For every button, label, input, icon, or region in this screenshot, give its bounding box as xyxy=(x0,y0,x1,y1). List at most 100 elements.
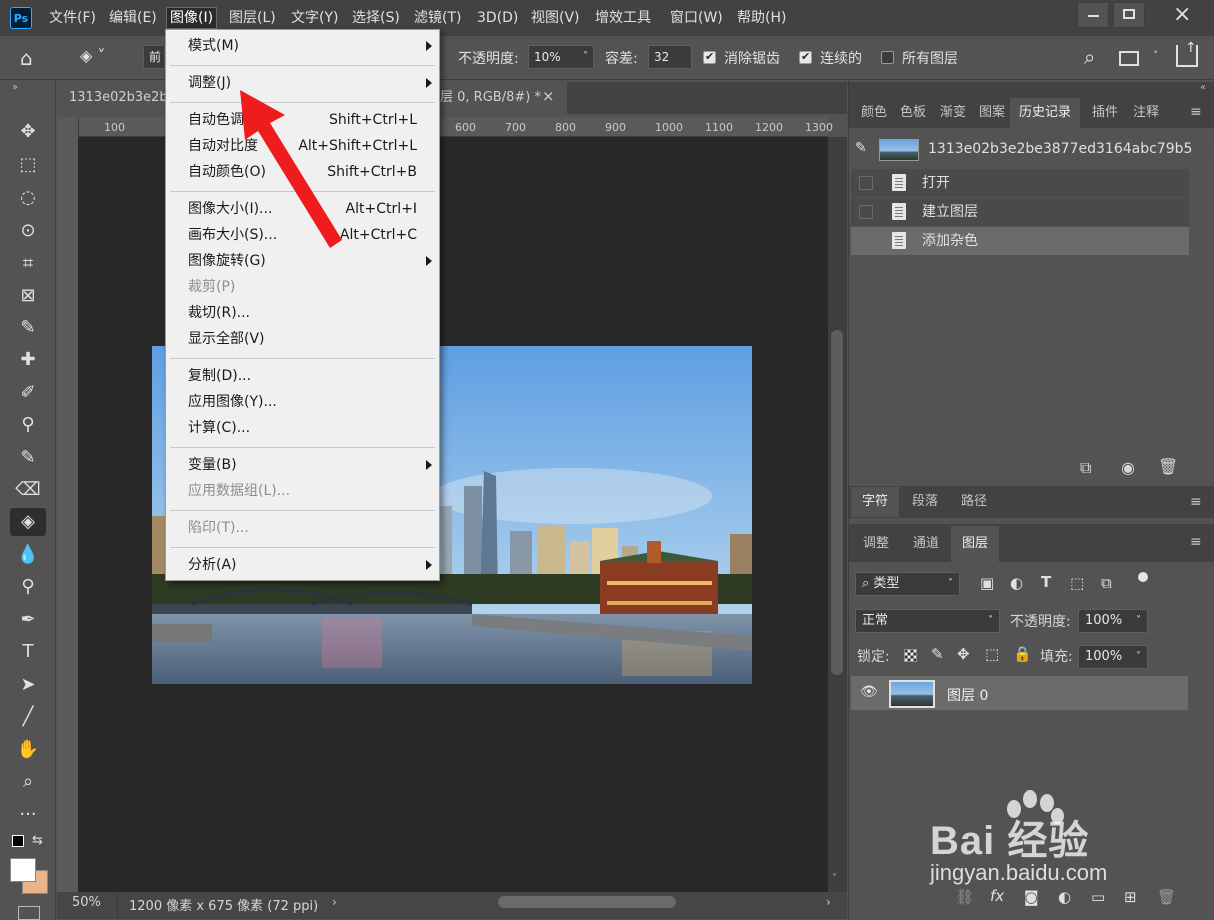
layers-tab-2[interactable]: 通道 xyxy=(901,526,951,562)
panel-menu-icon[interactable]: ≡ xyxy=(1190,494,1202,510)
visibility-eye-icon[interactable]: 👁 xyxy=(860,684,878,700)
pixel-filter-icon[interactable]: ▣ xyxy=(980,574,994,592)
smart-object-filter-icon[interactable]: ⧉ xyxy=(1101,574,1112,592)
trash-icon[interactable]: 🗑 xyxy=(1157,888,1176,906)
menu-5[interactable]: 文字(Y) xyxy=(288,8,341,28)
collapse-icon[interactable]: » xyxy=(12,82,18,93)
link-layers-icon[interactable]: ⛓ xyxy=(955,888,974,906)
paint-bucket-preset-icon[interactable]: ◈ ˅ xyxy=(80,46,126,70)
layer-opacity-field[interactable]: 100% ˅ xyxy=(1078,609,1148,633)
menu-11[interactable]: 窗口(W) xyxy=(667,8,726,28)
trash-icon[interactable]: 🗑 xyxy=(1158,457,1178,476)
image-menu-item[interactable]: 变量(B) xyxy=(166,453,439,477)
antialias-checkbox[interactable] xyxy=(703,50,716,64)
marquee-tool-icon[interactable]: ⬚ xyxy=(10,151,46,179)
scroll-down-icon[interactable]: ˅ xyxy=(832,873,837,884)
stamp-tool-icon[interactable]: ⚲ xyxy=(10,411,46,439)
blur-tool-icon[interactable]: 💧 xyxy=(10,541,46,569)
quick-select-tool-icon[interactable]: ⊙ xyxy=(10,217,46,245)
chevron-down-icon[interactable]: ˅ xyxy=(1153,49,1159,62)
history-source-checkbox[interactable] xyxy=(859,234,873,248)
layers-tab-3[interactable]: 图层 xyxy=(951,526,999,562)
all-layers-checkbox[interactable] xyxy=(881,51,894,64)
zoom-level[interactable]: 50% xyxy=(72,895,101,910)
layer-thumbnail[interactable] xyxy=(889,680,935,708)
eraser-tool-icon[interactable]: ⌫ xyxy=(10,476,46,504)
history-state-row[interactable]: 建立图层 xyxy=(851,198,1189,226)
image-menu-item[interactable]: 应用图像(Y)... xyxy=(166,390,439,414)
lock-all-icon[interactable]: 🔒 xyxy=(1013,645,1032,663)
image-menu-item[interactable]: 显示全部(V) xyxy=(166,327,439,351)
history-tab-6[interactable]: 插件 xyxy=(1083,98,1127,128)
frame-tool-icon[interactable]: ⊠ xyxy=(10,282,46,310)
status-arrow-icon[interactable]: › xyxy=(332,895,337,909)
add-mask-icon[interactable]: ◙ xyxy=(1024,888,1039,906)
fill-source-select[interactable]: 前 xyxy=(143,45,165,69)
more-tools-icon[interactable]: ··· xyxy=(10,801,46,829)
close-tab-icon[interactable]: × xyxy=(542,87,555,105)
horizontal-scrollbar-thumb[interactable] xyxy=(498,896,676,908)
lock-paint-icon[interactable]: ✎ xyxy=(931,645,944,663)
new-document-from-state-icon[interactable]: ⧉ xyxy=(1080,458,1091,478)
crop-tool-icon[interactable]: ⌗ xyxy=(10,250,46,278)
minimize-button[interactable] xyxy=(1077,2,1109,28)
layers-tab-1[interactable]: 调整 xyxy=(851,526,901,562)
foreground-color-swatch[interactable] xyxy=(10,858,36,882)
history-brush-icon[interactable]: ✎ xyxy=(855,140,867,156)
layer-name[interactable]: 图层 0 xyxy=(947,685,988,705)
image-menu-item[interactable]: 复制(D)... xyxy=(166,364,439,388)
dodge-tool-icon[interactable]: ⚲ xyxy=(10,573,46,601)
shape-filter-icon[interactable]: ⬚ xyxy=(1070,574,1084,592)
history-brush-icon[interactable]: ✎ xyxy=(10,444,46,472)
menu-8[interactable]: 3D(D) xyxy=(474,8,521,28)
history-tab-4[interactable]: 图案 xyxy=(974,98,1010,128)
paint-bucket-tool-icon[interactable]: ◈ xyxy=(10,508,46,536)
history-tab-2[interactable]: 色板 xyxy=(896,98,930,128)
snapshot-name[interactable]: 1313e02b3e2be3877ed3164abc79b55... xyxy=(928,141,1214,157)
share-icon[interactable]: ↑ xyxy=(1176,41,1198,67)
move-tool-icon[interactable]: ✥ xyxy=(10,118,46,146)
opacity-field[interactable]: 10% ˅ xyxy=(528,45,594,69)
image-menu-item[interactable]: 裁切(R)... xyxy=(166,301,439,325)
close-button[interactable]: × xyxy=(1149,2,1209,28)
filter-toggle-icon[interactable] xyxy=(1138,572,1148,582)
menu-10[interactable]: 增效工具 xyxy=(592,8,654,28)
history-source-checkbox[interactable] xyxy=(859,176,873,190)
image-menu-item[interactable]: 计算(C)... xyxy=(166,416,439,440)
lasso-tool-icon[interactable]: ◌ xyxy=(10,184,46,212)
menu-3[interactable]: 图像(I) xyxy=(166,7,218,29)
history-tab-1[interactable]: 颜色 xyxy=(852,98,896,128)
image-menu-item[interactable]: 模式(M) xyxy=(166,34,439,58)
menu-12[interactable]: 帮助(H) xyxy=(734,8,789,28)
contiguous-checkbox[interactable] xyxy=(799,50,812,64)
type-filter-icon[interactable]: T xyxy=(1041,573,1051,591)
home-icon[interactable]: ⌂ xyxy=(20,46,60,72)
history-tab-5[interactable]: 历史记录 xyxy=(1010,98,1080,128)
char-tab-3[interactable]: 路径 xyxy=(951,487,997,517)
lock-position-icon[interactable]: ✥ xyxy=(957,645,970,663)
lock-transparency-icon[interactable] xyxy=(904,649,917,662)
layer-filter-select[interactable]: ⌕ 类型 ˅ xyxy=(855,572,960,596)
maximize-button[interactable] xyxy=(1113,2,1145,28)
char-tab-1[interactable]: 字符 xyxy=(851,487,899,517)
brush-tool-icon[interactable]: ✐ xyxy=(10,379,46,407)
eyedropper-tool-icon[interactable]: ✎ xyxy=(10,314,46,342)
history-source-checkbox[interactable] xyxy=(859,205,873,219)
char-tab-2[interactable]: 段落 xyxy=(899,487,951,517)
hand-tool-icon[interactable]: ✋ xyxy=(10,736,46,764)
adjustment-layer-icon[interactable]: ◐ xyxy=(1058,888,1071,906)
image-menu-item[interactable]: 分析(A) xyxy=(166,553,439,577)
menu-2[interactable]: 编辑(E) xyxy=(106,8,160,28)
type-tool-icon[interactable]: T xyxy=(10,638,46,666)
history-tab-3[interactable]: 渐变 xyxy=(932,98,974,128)
menu-7[interactable]: 滤镜(T) xyxy=(411,8,464,28)
document-info[interactable]: 1200 像素 x 675 像素 (72 ppi) xyxy=(129,895,318,914)
search-icon[interactable]: ⌕ xyxy=(1084,45,1095,69)
blend-mode-select[interactable]: 正常 ˅ xyxy=(855,609,1000,633)
new-layer-icon[interactable]: ⊞ xyxy=(1124,888,1137,906)
camera-icon[interactable]: ◉ xyxy=(1121,458,1135,477)
default-colors-icon[interactable] xyxy=(12,835,24,847)
healing-brush-icon[interactable]: ✚ xyxy=(10,346,46,374)
adjustment-filter-icon[interactable]: ◐ xyxy=(1010,574,1023,592)
menu-6[interactable]: 选择(S) xyxy=(349,8,403,28)
